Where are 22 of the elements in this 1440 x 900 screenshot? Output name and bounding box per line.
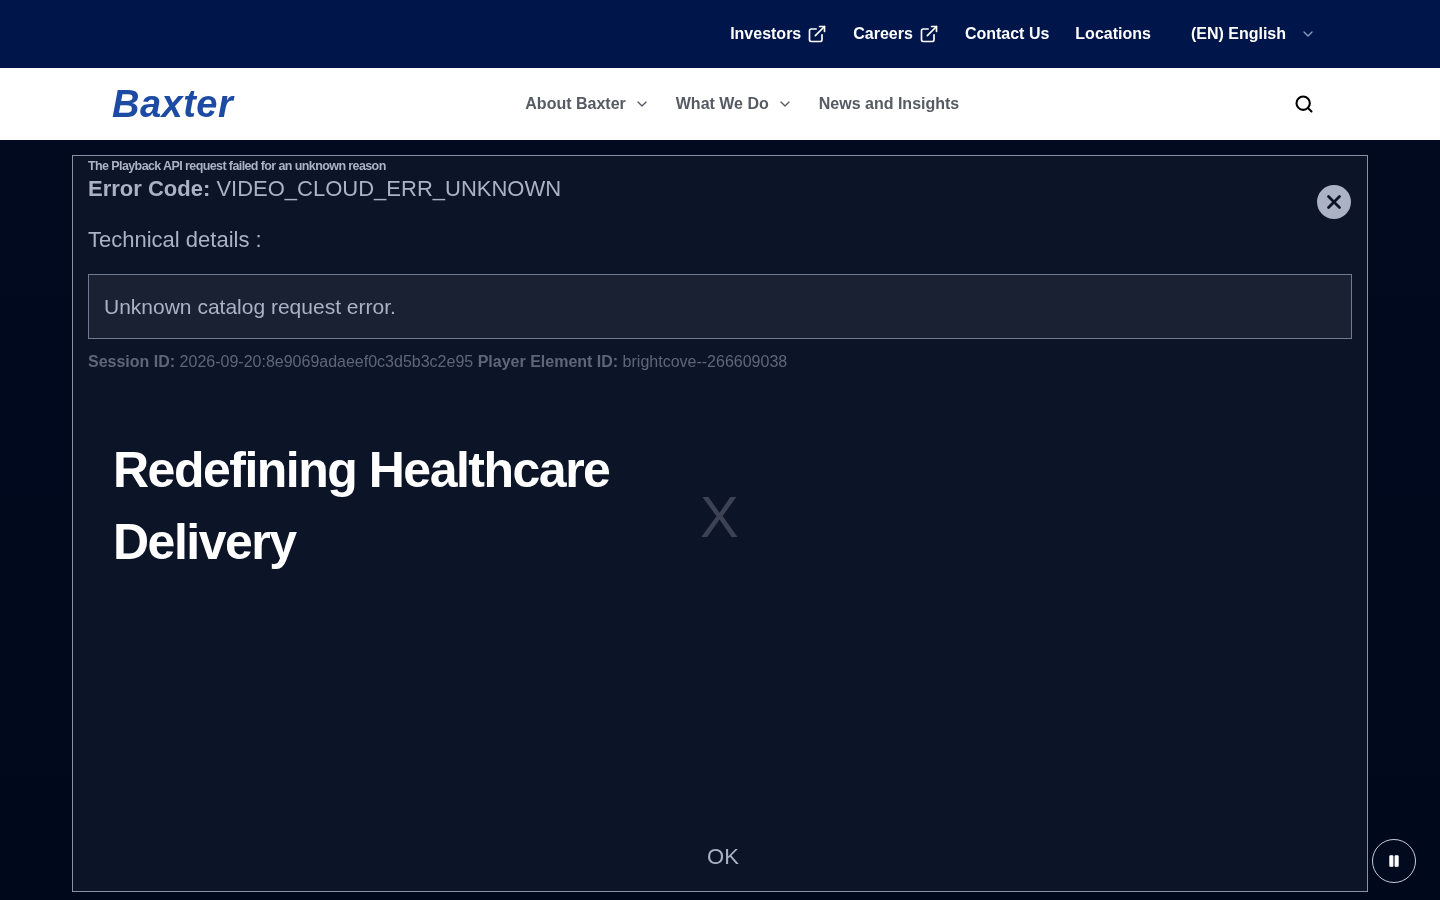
details-text: Unknown catalog request error.	[104, 293, 396, 320]
logo[interactable]: Baxter	[112, 85, 234, 123]
ok-button[interactable]: OK	[698, 840, 748, 873]
error-code: Error Code: VIDEO_CLOUD_ERR_UNKNOWN	[88, 177, 563, 201]
top-nav-link[interactable]: Locations	[1075, 22, 1151, 46]
pause-button[interactable]	[1372, 839, 1416, 883]
external-link-icon	[807, 24, 828, 44]
language-selector[interactable]: (EN) English	[1190, 22, 1316, 46]
pause-icon	[1387, 854, 1401, 868]
nav-item[interactable]: News and Insights	[818, 92, 960, 116]
search-icon[interactable]	[1294, 94, 1314, 114]
top-nav-link[interactable]: Careers	[853, 22, 939, 46]
error-message: The Playback API request failed for an unknown reason	[88, 158, 387, 175]
hero-title: Redefining Healthcare Delivery	[113, 441, 611, 572]
close-button[interactable]	[1317, 185, 1351, 219]
technical-details-label: Technical details :	[88, 226, 263, 254]
nav-item[interactable]: What We Do	[675, 92, 793, 116]
top-nav-link[interactable]: Contact Us	[964, 22, 1050, 46]
session-info: Session ID: 2026-09-20:8e9069adaeef0c3d5b3c2e95 Player Element ID: brightcove--266609038	[88, 352, 789, 372]
external-link-icon	[918, 24, 939, 44]
nav-item[interactable]: About Baxter	[525, 92, 650, 116]
top-nav-link[interactable]: Investors	[730, 22, 828, 46]
